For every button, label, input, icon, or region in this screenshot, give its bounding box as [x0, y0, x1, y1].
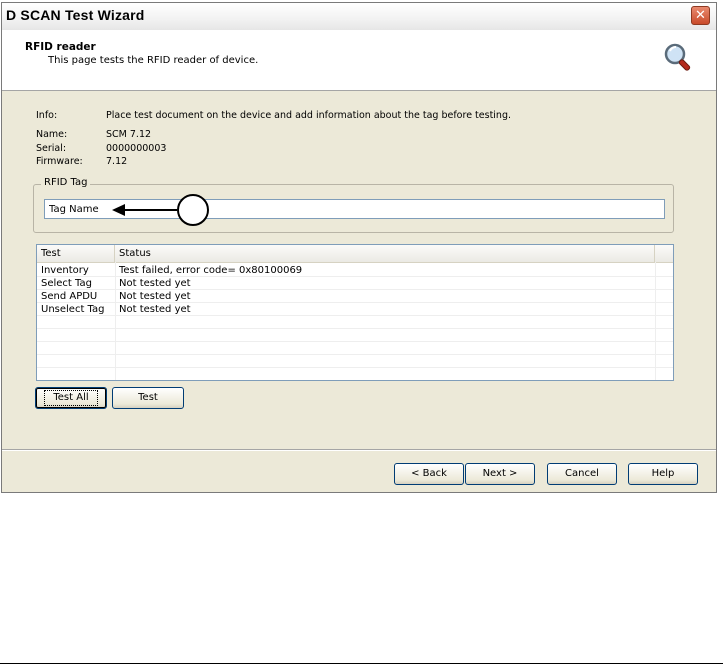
test-all-label: Test All [44, 390, 98, 406]
table-row[interactable]: Inventory Test failed, error code= 0x801… [37, 264, 673, 277]
empty-row [37, 342, 673, 355]
test-status-cell: Not tested yet [119, 291, 191, 302]
wizard-header: RFID reader This page tests the RFID rea… [2, 30, 716, 91]
column-filler [655, 245, 673, 262]
empty-row [37, 329, 673, 342]
table-row[interactable]: Select Tag Not tested yet [37, 277, 673, 290]
callout-arrow-line [124, 209, 177, 211]
firmware-value: 7.12 [106, 156, 128, 167]
footer-divider [2, 449, 716, 451]
info-label: Info: [36, 110, 58, 121]
title-bar[interactable]: D SCAN Test Wizard ✕ [2, 3, 716, 31]
test-name-cell: Inventory [41, 265, 89, 276]
firmware-label: Firmware: [36, 156, 83, 167]
column-test[interactable]: Test [37, 245, 115, 262]
test-status-cell: Not tested yet [119, 278, 191, 289]
column-status[interactable]: Status [115, 245, 655, 262]
test-status-cell: Test failed, error code= 0x80100069 [119, 265, 303, 276]
rfid-tag-group-label: RFID Tag [41, 177, 91, 188]
page-subtitle: This page tests the RFID reader of devic… [48, 55, 259, 66]
table-row[interactable]: Send APDU Not tested yet [37, 290, 673, 303]
empty-row [37, 316, 673, 329]
help-button[interactable]: Help [628, 463, 698, 485]
cancel-button[interactable]: Cancel [547, 463, 617, 485]
test-status-cell: Not tested yet [119, 304, 191, 315]
name-label: Name: [36, 129, 68, 140]
test-name-cell: Unselect Tag [41, 304, 105, 315]
test-name-cell: Send APDU [41, 291, 98, 302]
serial-value: 0000000003 [106, 143, 167, 154]
serial-label: Serial: [36, 143, 67, 154]
magnifier-icon [664, 43, 691, 71]
window-title: D SCAN Test Wizard [6, 7, 145, 23]
back-button[interactable]: < Back [394, 463, 464, 485]
wizard-window: D SCAN Test Wizard ✕ RFID reader This pa… [1, 2, 717, 493]
next-button[interactable]: Next > [465, 463, 535, 485]
test-all-button[interactable]: Test All [35, 387, 107, 409]
close-button[interactable]: ✕ [691, 6, 710, 25]
name-value: SCM 7.12 [106, 129, 152, 140]
test-list[interactable]: Test Status Inventory Test failed, error… [36, 244, 674, 381]
page-divider [0, 663, 723, 664]
callout-circle [177, 194, 209, 226]
empty-row [37, 355, 673, 368]
info-text: Place test document on the device and ad… [106, 110, 512, 121]
close-icon: ✕ [695, 8, 706, 23]
test-name-cell: Select Tag [41, 278, 92, 289]
test-button[interactable]: Test [112, 387, 184, 409]
table-row[interactable]: Unselect Tag Not tested yet [37, 303, 673, 316]
empty-row [37, 368, 673, 380]
page-title: RFID reader [25, 41, 96, 53]
test-list-header: Test Status [37, 245, 673, 263]
callout-arrow-icon [112, 204, 125, 216]
